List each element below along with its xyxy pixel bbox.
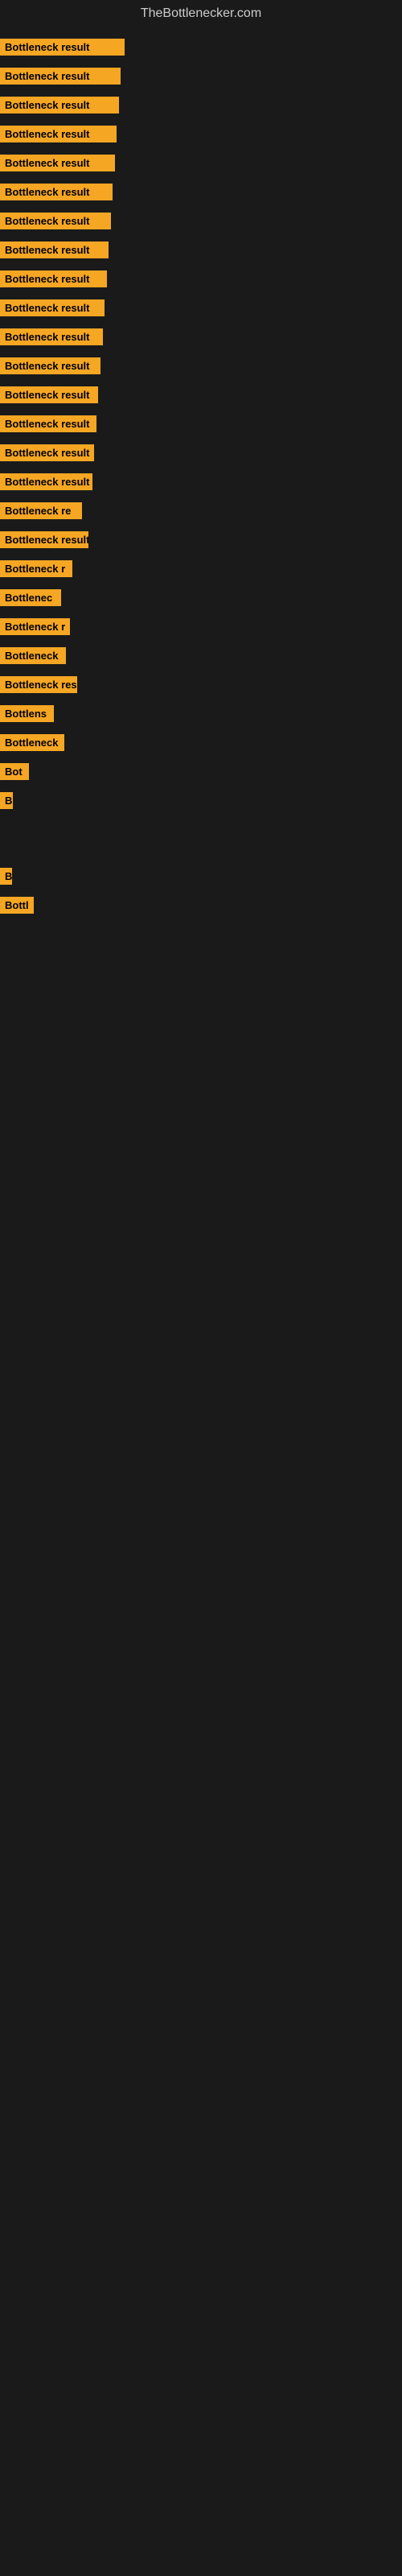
list-item: Bottleneck result bbox=[0, 296, 402, 319]
list-item bbox=[0, 836, 402, 858]
items-container: Bottleneck result Bottleneck result Bottle… bbox=[0, 35, 402, 1341]
list-item: Bottleneck result bbox=[0, 64, 402, 87]
list-item bbox=[0, 1106, 402, 1129]
bottleneck-label: Bottleneck result bbox=[0, 155, 115, 171]
list-item: Bottleneck result bbox=[0, 441, 402, 464]
bottleneck-label: Bottl bbox=[0, 897, 34, 914]
list-item: Bottleneck result bbox=[0, 528, 402, 551]
list-item: Bottleneck res bbox=[0, 673, 402, 696]
list-item: Bottleneck result bbox=[0, 209, 402, 232]
list-item: Bottleneck result bbox=[0, 238, 402, 261]
list-item: Bottleneck result bbox=[0, 412, 402, 435]
list-item: Bottleneck result bbox=[0, 325, 402, 348]
list-item: Bottleneck result bbox=[0, 93, 402, 116]
bottleneck-label: Bottleneck result bbox=[0, 213, 111, 229]
list-item: Bottleneck result bbox=[0, 122, 402, 145]
list-item: Bottlenec bbox=[0, 586, 402, 609]
list-item bbox=[0, 1248, 402, 1270]
bottleneck-label: Bot bbox=[0, 763, 29, 780]
list-item: Bottleneck bbox=[0, 644, 402, 667]
site-title: TheBottlenecker.com bbox=[141, 6, 261, 20]
list-item: Bottlens bbox=[0, 702, 402, 724]
list-item bbox=[0, 964, 402, 987]
bottleneck-label: Bottleneck result bbox=[0, 531, 88, 548]
bottleneck-label: Bottleneck r bbox=[0, 560, 72, 577]
bottleneck-label: Bottleneck result bbox=[0, 97, 119, 114]
bottleneck-label: Bottleneck bbox=[0, 647, 66, 664]
bottleneck-label: Bottleneck re bbox=[0, 502, 82, 519]
page-title: TheBottlenecker.com bbox=[0, 0, 402, 27]
list-item: Bottleneck r bbox=[0, 615, 402, 638]
list-item bbox=[0, 1177, 402, 1199]
list-item: Bottleneck bbox=[0, 731, 402, 753]
bottleneck-label: Bottleneck result bbox=[0, 444, 94, 461]
bottleneck-label: Bottleneck result bbox=[0, 386, 98, 403]
list-item: B bbox=[0, 865, 402, 887]
bottleneck-label: Bottleneck result bbox=[0, 126, 117, 142]
bottleneck-label: Bottleneck result bbox=[0, 328, 103, 345]
bottleneck-label: Bottleneck result bbox=[0, 184, 113, 200]
list-item: Bottleneck re bbox=[0, 499, 402, 522]
list-item: Bottleneck result bbox=[0, 180, 402, 203]
bottleneck-label: Bottleneck result bbox=[0, 39, 125, 56]
list-item: Bottleneck result bbox=[0, 267, 402, 290]
list-item: Bottleneck result bbox=[0, 35, 402, 58]
bottleneck-label: Bottleneck result bbox=[0, 357, 100, 374]
list-item bbox=[0, 1319, 402, 1341]
bottleneck-label: B bbox=[0, 792, 13, 809]
bottleneck-label: B bbox=[0, 868, 12, 885]
list-item: Bottleneck r bbox=[0, 557, 402, 580]
list-item: Bottleneck result bbox=[0, 383, 402, 406]
bottleneck-label: Bottleneck result bbox=[0, 299, 105, 316]
list-item: Bottl bbox=[0, 894, 402, 916]
list-item: Bottleneck result bbox=[0, 354, 402, 377]
bottleneck-label: Bottleneck result bbox=[0, 68, 121, 85]
list-item bbox=[0, 1035, 402, 1058]
bottleneck-label: Bottlens bbox=[0, 705, 54, 722]
list-item: B bbox=[0, 789, 402, 811]
bottleneck-label: Bottleneck result bbox=[0, 415, 96, 432]
bottleneck-label: Bottleneck result bbox=[0, 270, 107, 287]
list-item: Bottleneck result bbox=[0, 151, 402, 174]
list-item: Bot bbox=[0, 760, 402, 782]
list-item: Bottleneck result bbox=[0, 470, 402, 493]
bottleneck-label: Bottleneck result bbox=[0, 242, 109, 258]
bottleneck-label: Bottleneck r bbox=[0, 618, 70, 635]
bottleneck-label: Bottleneck bbox=[0, 734, 64, 751]
bottleneck-label: Bottleneck result bbox=[0, 473, 92, 490]
bottleneck-label: Bottlenec bbox=[0, 589, 61, 606]
bottleneck-label: Bottleneck res bbox=[0, 676, 77, 693]
